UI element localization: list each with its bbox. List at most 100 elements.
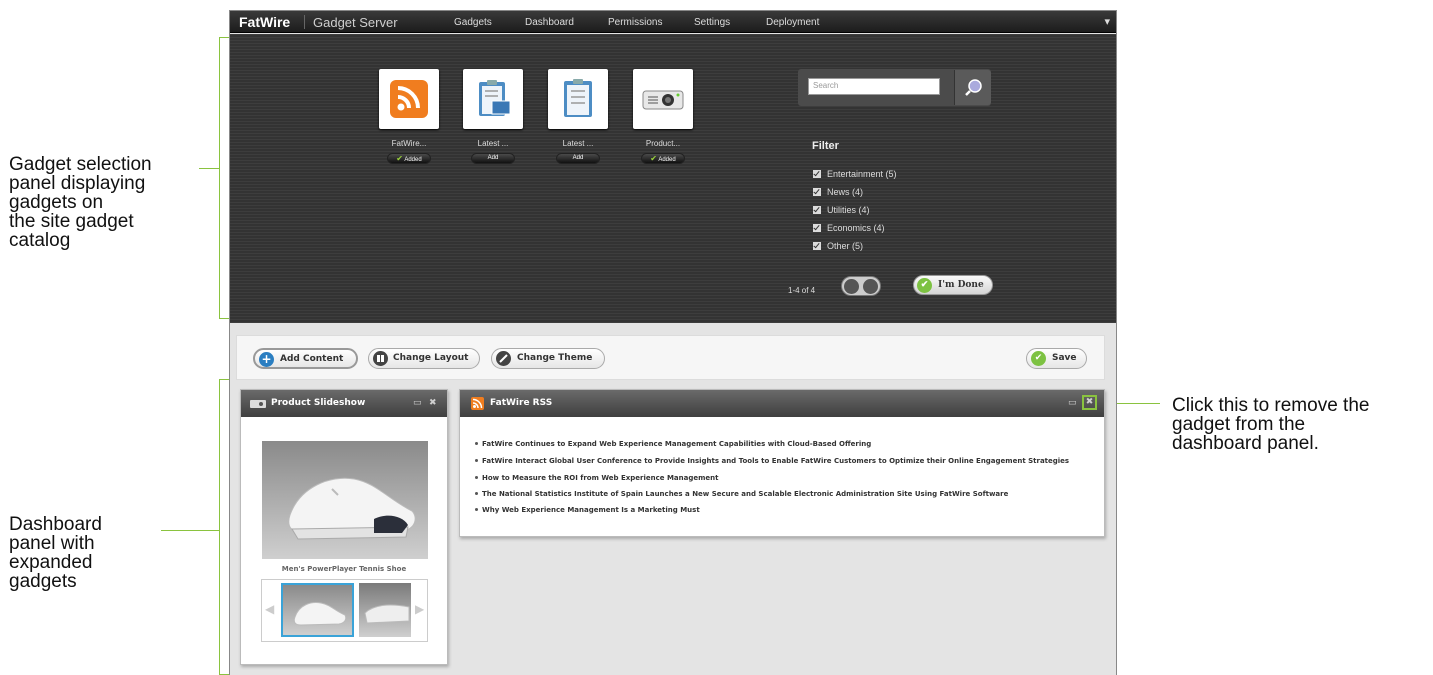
- filter-label: Other (5): [827, 241, 864, 251]
- shoe-image: [288, 477, 416, 540]
- nav-permissions[interactable]: Permissions: [608, 17, 662, 28]
- next-page-icon[interactable]: [863, 279, 878, 294]
- prev-page-icon[interactable]: [844, 279, 859, 294]
- rss-item[interactable]: The National Statistics Institute of Spa…: [474, 490, 1008, 498]
- annotation-leader-bottom: [161, 530, 219, 531]
- add-content-label: Add Content: [280, 354, 344, 364]
- close-icon[interactable]: ✖: [1082, 395, 1097, 410]
- change-layout-button[interactable]: Change Layout: [368, 348, 480, 369]
- filter-label: Utilities (4): [827, 205, 870, 215]
- nav-gadgets[interactable]: Gadgets: [454, 17, 492, 28]
- rss-item[interactable]: FatWire Continues to Expand Web Experien…: [474, 440, 871, 448]
- checkbox-checked[interactable]: [813, 224, 821, 232]
- checkbox-checked[interactable]: [813, 206, 821, 214]
- catalog-gadget-latest-2[interactable]: Latest ... Add: [548, 69, 608, 164]
- filter-entertainment[interactable]: Entertainment (5): [813, 169, 897, 179]
- slideshow-icon: [250, 400, 266, 408]
- gadget-status: Add: [487, 155, 499, 161]
- filter-utilities[interactable]: Utilities (4): [813, 205, 870, 215]
- catalog-gadget-latest-1[interactable]: Latest ... Add: [463, 69, 523, 164]
- catalog-gadget-rss[interactable]: FatWire... ✔ Added: [379, 69, 439, 164]
- check-circle-icon: ✔: [1031, 351, 1046, 366]
- annotation-dashboard-panel: Dashboard panel with expanded gadgets: [9, 514, 102, 592]
- thumbnail[interactable]: [359, 583, 411, 637]
- filter-label: Economics (4): [827, 223, 885, 233]
- gadget-title: FatWire RSS: [490, 398, 553, 408]
- im-done-button[interactable]: ✔ I'm Done: [913, 275, 993, 295]
- gadget-name: Product...: [645, 139, 681, 148]
- annotation-bracket-bottom: [219, 379, 229, 675]
- checkbox-checked[interactable]: [813, 170, 821, 178]
- rss-item[interactable]: FatWire Interact Global User Conference …: [474, 457, 1069, 465]
- gadget-selection-panel: FatWire... ✔ Added Latest ... Add Latest…: [230, 34, 1116, 323]
- filter-label: News (4): [827, 187, 864, 197]
- clipboard-image-icon: [463, 69, 523, 129]
- gadget-header: FatWire RSS ▭ ✖: [460, 390, 1104, 417]
- shoe-thumbnail: [293, 602, 347, 626]
- brand-logo: FatWire: [239, 14, 291, 30]
- search-box: Search: [798, 69, 991, 106]
- gadget-added-button[interactable]: ✔ Added: [387, 153, 431, 164]
- nav-dashboard[interactable]: Dashboard: [525, 17, 574, 28]
- plus-circle-icon: +: [259, 352, 274, 367]
- annotation-bracket-top: [219, 37, 229, 319]
- filter-other[interactable]: Other (5): [813, 241, 863, 251]
- gadget-add-button[interactable]: Add: [556, 153, 600, 164]
- minimize-icon[interactable]: ▭: [413, 398, 422, 408]
- gadget-title: Product Slideshow: [271, 398, 366, 408]
- app-window: FatWire Gadget Server Gadgets Dashboard …: [229, 10, 1117, 675]
- pager-label: 1-4 of 4: [788, 286, 816, 295]
- checkbox-checked[interactable]: [813, 188, 821, 196]
- gadget-status: Added: [404, 157, 422, 163]
- slideshow-thumbnails: ◀ ▶: [261, 579, 428, 642]
- rss-item[interactable]: How to Measure the ROI from Web Experien…: [475, 474, 719, 482]
- rss-icon: [471, 397, 484, 410]
- screenshot: Gadget selection panel displaying gadget…: [0, 0, 1433, 675]
- gadget-status: Added: [658, 157, 676, 163]
- slideshow-caption: Men's PowerPlayer Tennis Shoe: [281, 565, 407, 573]
- nav-deployment[interactable]: Deployment: [766, 17, 819, 28]
- arrow-left-icon[interactable]: ◀: [265, 602, 274, 616]
- gadget-add-button[interactable]: Add: [471, 153, 515, 164]
- slideshow-main-image: [262, 441, 428, 559]
- top-nav-bar: FatWire Gadget Server Gadgets Dashboard …: [230, 11, 1116, 33]
- app-name: Gadget Server: [313, 15, 398, 30]
- rss-item[interactable]: Why Web Experience Management Is a Marke…: [475, 506, 700, 514]
- check-circle-icon: ✔: [917, 278, 932, 293]
- check-icon: ✔: [396, 154, 403, 163]
- annotation-leader-right: [1110, 403, 1160, 404]
- annotation-gadget-selection: Gadget selection panel displaying gadget…: [9, 154, 152, 251]
- rss-icon: [379, 69, 439, 129]
- pager-arrows[interactable]: [841, 276, 881, 296]
- product-slideshow-gadget: Product Slideshow ▭ ✖ Men's PowerPlayer …: [240, 389, 448, 665]
- annotation-remove-hint: Click this to remove the gadget from the…: [1172, 395, 1370, 454]
- annotation-leader-top: [199, 168, 219, 169]
- change-theme-button[interactable]: Change Theme: [491, 348, 605, 369]
- thumbnail-active[interactable]: [281, 583, 354, 637]
- filter-label: Entertainment (5): [827, 169, 897, 179]
- shoe-thumbnail: [364, 604, 410, 624]
- nav-settings[interactable]: Settings: [694, 17, 730, 28]
- filter-title: Filter: [812, 140, 839, 152]
- filter-news[interactable]: News (4): [813, 187, 863, 197]
- search-input[interactable]: Search: [808, 78, 940, 95]
- close-icon[interactable]: ✖: [429, 398, 437, 408]
- search-button[interactable]: [954, 70, 991, 105]
- save-label: Save: [1052, 353, 1077, 363]
- save-button[interactable]: ✔ Save: [1026, 348, 1087, 369]
- gadget-header: Product Slideshow ▭ ✖: [241, 390, 447, 417]
- gadget-name: Latest ...: [477, 139, 509, 148]
- checkbox-checked[interactable]: [813, 242, 821, 250]
- minimize-icon[interactable]: ▭: [1068, 398, 1077, 408]
- change-layout-label: Change Layout: [393, 353, 469, 363]
- logo-divider: [304, 15, 305, 29]
- arrow-right-icon[interactable]: ▶: [415, 602, 424, 616]
- filter-economics[interactable]: Economics (4): [813, 223, 885, 233]
- projector-icon: [633, 69, 693, 129]
- layout-icon: [373, 351, 388, 366]
- catalog-gadget-product[interactable]: Product... ✔ Added: [633, 69, 693, 164]
- search-icon: [965, 79, 982, 96]
- gadget-added-button[interactable]: ✔ Added: [641, 153, 685, 164]
- add-content-button[interactable]: + Add Content: [253, 348, 358, 369]
- chevron-down-icon[interactable]: ▾: [1104, 15, 1110, 28]
